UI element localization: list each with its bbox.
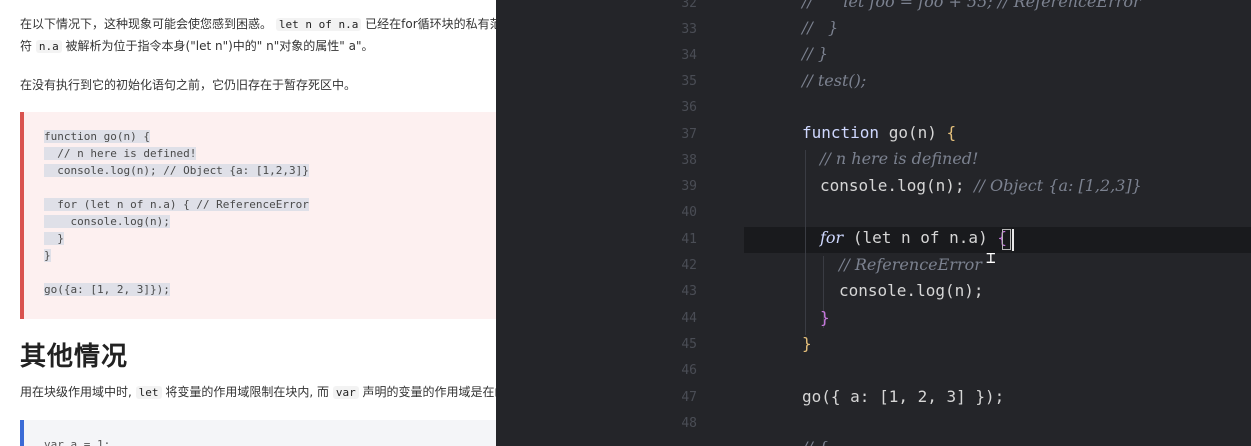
code-line-33: // } xyxy=(802,18,839,37)
p4-text-pre: 用在块级作用域中时, xyxy=(20,385,132,399)
p1-inline-code: let n of n.a xyxy=(275,18,362,31)
doc-paragraph-3: 在没有执行到它的初始化语句之前，它仍旧存在于暂存死区中。 xyxy=(20,78,357,92)
p2-text-pre: 符 xyxy=(20,39,33,53)
line-number: 47 xyxy=(681,390,697,405)
code-line-39: console.log(n); // Object {a: [1,2,3]} xyxy=(820,176,1142,195)
p4-let-code: let xyxy=(135,386,162,399)
p1-text-post: 已经在for循环块的私有范围内 xyxy=(365,17,496,31)
section-heading: 其他情况 xyxy=(20,342,129,372)
code-comment: // Object {a: [1,2,3]} xyxy=(974,176,1142,195)
code-line-47: go({ a: [1, 2, 3] }); xyxy=(802,387,1005,406)
code-line-3: console.log(n); // Object {a: [1,2,3]} xyxy=(44,164,309,177)
line-number: 44 xyxy=(681,311,697,326)
code-line-45: } xyxy=(802,334,812,353)
code-line-7: } xyxy=(44,232,64,245)
code-line-49: // { xyxy=(802,438,828,446)
line-number: 48 xyxy=(681,416,697,431)
keyword-for: for xyxy=(820,228,844,247)
code-example-block: function go(n) { // n here is defined! c… xyxy=(20,112,496,319)
line-number: 43 xyxy=(681,284,697,299)
code-line-8: } xyxy=(44,249,51,262)
doc-paragraph-1: 在以下情况下，这种现象可能会使您感到困惑。 let n of n.a 已经在fo… xyxy=(20,14,496,35)
code-line-34: // } xyxy=(802,44,829,63)
code-line-38: // n here is defined! xyxy=(820,149,979,168)
code-line-10: go({a: [1, 2, 3]}); xyxy=(44,283,170,296)
code-example-block-2: var a = 1; xyxy=(20,420,496,446)
code-line-37: function go(n) { xyxy=(802,123,956,142)
p4-text-mid: 将变量的作用域限制在块内, 而 xyxy=(165,385,329,399)
code-line-5: for (let n of n.a) { // ReferenceError xyxy=(44,198,309,211)
line-number: 45 xyxy=(681,337,697,352)
line-number: 40 xyxy=(681,205,697,220)
p2-inline-code: n.a xyxy=(35,40,62,53)
code-line-32: // let foo = foo + 55; // ReferenceError xyxy=(802,0,1141,11)
p2-text-post: 被解析为位于指令本身("let n")中的" n"对象的属性" a"。 xyxy=(65,39,374,53)
p4-text-post: 声明的变量的作用域是在函数内 xyxy=(362,385,496,399)
bottom-code-text: var a = 1; xyxy=(44,438,111,446)
bracket-match-highlight xyxy=(1002,229,1011,250)
doc-panel: 在以下情况下，这种现象可能会使您感到困惑。 let n of n.a 已经在fo… xyxy=(0,0,496,446)
line-number: 33 xyxy=(681,22,697,37)
line-number: 39 xyxy=(681,179,697,194)
code-editor[interactable]: 32 33 34 35 36 37 38 39 40 41 42 43 44 4… xyxy=(496,0,1251,446)
code-line-2: // n here is defined! xyxy=(44,147,197,160)
code-line-43: console.log(n); xyxy=(839,281,984,300)
code-text: (let n of n.a) xyxy=(843,228,998,247)
text-cursor xyxy=(1012,229,1014,251)
line-number: 46 xyxy=(681,363,697,378)
doc-paragraph-2: 符 n.a 被解析为位于指令本身("let n")中的" n"对象的属性" a"… xyxy=(20,36,373,57)
brace: { xyxy=(946,123,957,142)
indent-guide xyxy=(805,150,806,335)
code-line-1: function go(n) { xyxy=(44,130,150,143)
p4-var-code: var xyxy=(332,386,359,399)
line-number: 42 xyxy=(681,258,697,273)
line-number: 35 xyxy=(681,74,697,89)
keyword-function: function xyxy=(802,123,880,142)
line-number: 32 xyxy=(681,0,697,11)
code-text: go(n) xyxy=(879,123,947,142)
line-number: 38 xyxy=(681,153,697,168)
code-line-41: for (let n of n.a) { xyxy=(820,228,1007,247)
line-number-gutter: 32 33 34 35 36 37 38 39 40 41 42 43 44 4… xyxy=(671,0,711,446)
code-text: console.log(n); xyxy=(820,176,975,195)
p1-text-pre: 在以下情况下，这种现象可能会使您感到困惑。 xyxy=(20,17,273,31)
code-line-35: // test(); xyxy=(802,71,867,90)
mouse-ibeam-icon: ⌶ xyxy=(986,248,996,267)
code-line-44: } xyxy=(820,308,830,327)
doc-paragraph-4: 用在块级作用域中时, let 将变量的作用域限制在块内, 而 var 声明的变量… xyxy=(20,382,496,403)
line-number: 37 xyxy=(681,127,697,142)
code-example-text: function go(n) { // n here is defined! c… xyxy=(44,128,309,298)
code-line-42: // ReferenceError xyxy=(839,255,982,274)
line-number: 34 xyxy=(681,48,697,63)
line-number: 41 xyxy=(681,232,697,247)
code-line-6: console.log(n); xyxy=(44,215,170,228)
line-number: 36 xyxy=(681,100,697,115)
